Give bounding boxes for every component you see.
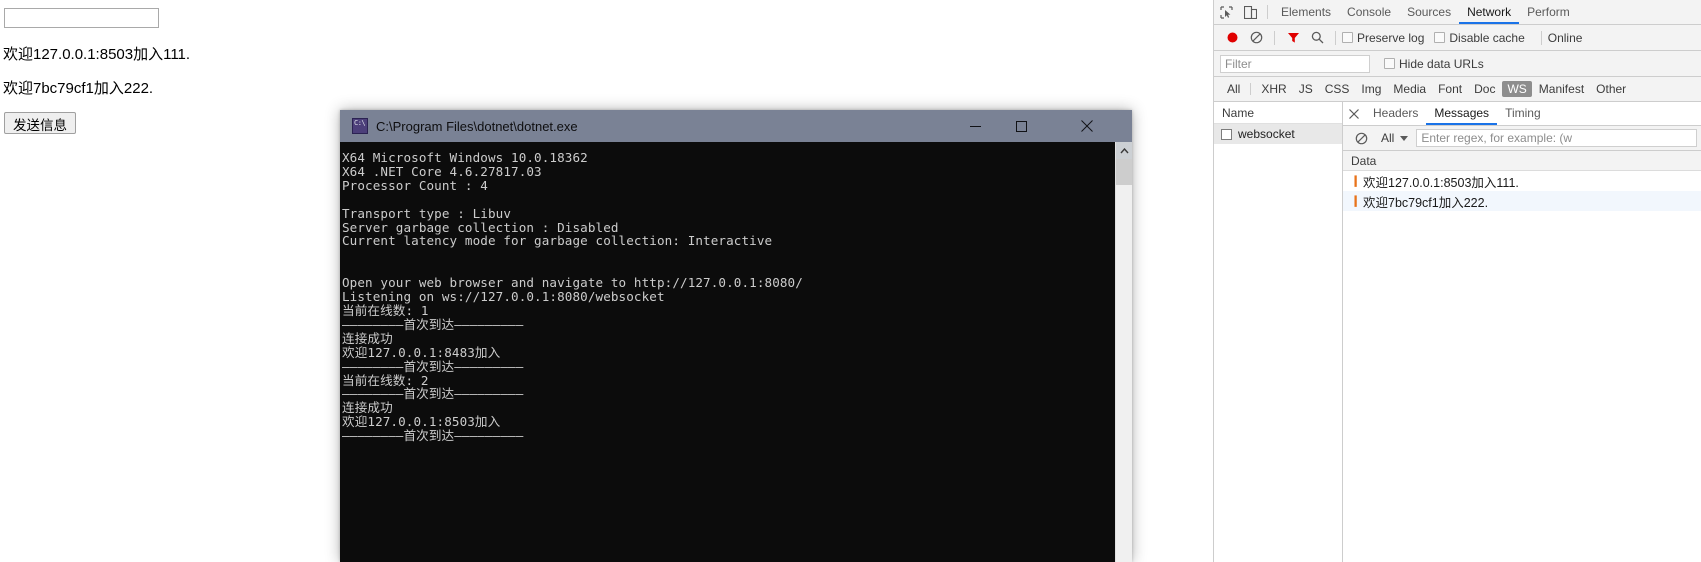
scrollbar-thumb[interactable] [1116,159,1132,185]
maximize-icon [1015,120,1027,132]
hide-data-urls-checkbox[interactable]: Hide data URLs [1384,57,1484,71]
filter-input[interactable] [1220,54,1370,73]
console-app-icon [352,118,368,134]
type-filter-manifest[interactable]: Manifest [1534,81,1589,97]
resource-type-filters: All XHR JS CSS Img Media Font Doc WS Man… [1214,77,1701,102]
close-icon [1081,120,1093,132]
checkbox-box [1384,58,1395,69]
type-filter-font[interactable]: Font [1433,81,1467,97]
hide-data-urls-label: Hide data URLs [1399,56,1484,71]
detail-tab-bar: Headers Messages Timing [1343,102,1701,126]
toolbar-divider [1540,30,1542,45]
type-filter-img[interactable]: Img [1356,81,1386,97]
message-text: 欢迎7bc79cf1加入222. [1363,195,1489,210]
close-icon [1349,108,1359,119]
type-filter-xhr[interactable]: XHR [1256,81,1291,97]
toolbar-divider [1267,5,1268,19]
received-message-line: 欢迎7bc79cf1加入222. [3,80,154,97]
tab-elements[interactable]: Elements [1273,0,1339,24]
chevron-up-icon [1120,147,1129,153]
incoming-message-icon: ❙ [1351,194,1361,207]
requests-name-header: Name [1214,102,1342,124]
toolbar-divider [1274,30,1275,45]
toggle-device-toolbar-button[interactable] [1238,0,1262,24]
message-type-selector[interactable]: All [1381,131,1394,145]
console-scrollbar[interactable] [1115,142,1132,562]
incoming-message-icon: ❙ [1351,174,1361,187]
record-circle-icon [1227,32,1237,43]
filter-bar: Hide data URLs [1214,51,1701,77]
devtools-panel: Elements Console Sources Network Perform [1213,0,1701,562]
tab-sources[interactable]: Sources [1399,0,1459,24]
messages-data-column-header: Data [1343,151,1701,171]
clear-icon [1355,132,1367,144]
clear-icon [1250,31,1262,44]
clear-messages-button[interactable] [1349,126,1373,150]
tab-performance[interactable]: Perform [1519,0,1578,24]
type-filter-all[interactable]: All [1222,81,1245,97]
toolbar-divider [1335,30,1336,45]
clear-button[interactable] [1244,26,1268,50]
devtools-tab-bar: Elements Console Sources Network Perform [1214,0,1701,25]
type-filter-js[interactable]: JS [1294,81,1318,97]
maximize-button[interactable] [998,110,1044,142]
disable-cache-checkbox[interactable]: Disable cache [1434,30,1525,45]
received-message-line: 欢迎127.0.0.1:8503加入111. [3,46,191,63]
messages-regex-input[interactable] [1416,129,1697,147]
tab-console[interactable]: Console [1339,0,1399,24]
funnel-icon [1287,33,1299,43]
network-controls-toolbar: Preserve log Disable cache Online [1214,25,1701,51]
console-window: C:\Program Files\dotnet\dotnet.exe X64 M… [340,110,1132,562]
preserve-log-checkbox[interactable]: Preserve log [1342,31,1424,45]
search-button[interactable] [1305,26,1329,50]
websocket-file-icon [1221,128,1232,140]
console-output-text: X64 Microsoft Windows 10.0.18362 X64 .NE… [342,150,803,444]
message-input[interactable] [4,8,159,28]
scroll-up-button[interactable] [1116,142,1132,159]
type-filter-other[interactable]: Other [1591,81,1631,97]
disable-cache-label: Disable cache [1449,30,1525,45]
requests-list-panel: Name websocket [1214,102,1343,562]
request-row-websocket[interactable]: websocket [1214,124,1342,144]
tab-network[interactable]: Network [1459,0,1520,24]
minimize-icon [969,125,981,127]
console-title-bar[interactable]: C:\Program Files\dotnet\dotnet.exe [340,110,1132,142]
type-filter-ws[interactable]: WS [1502,81,1532,97]
send-message-button[interactable]: 发送信息 [4,112,76,134]
message-row[interactable]: ❙ 欢迎127.0.0.1:8503加入111. [1343,171,1701,191]
search-icon [1311,31,1323,44]
type-filter-css[interactable]: CSS [1320,81,1355,97]
detail-tab-headers[interactable]: Headers [1365,102,1426,125]
inspect-element-button[interactable] [1214,0,1238,24]
checkbox-box [1342,32,1353,43]
messages-toolbar: All [1343,126,1701,151]
minimize-button[interactable] [952,110,998,142]
close-button[interactable] [1064,110,1110,142]
detail-tab-timing[interactable]: Timing [1497,102,1549,125]
console-output-area: X64 Microsoft Windows 10.0.18362 X64 .NE… [340,142,1132,562]
chevron-down-icon[interactable] [1400,135,1409,141]
filter-toggle-button[interactable] [1281,26,1305,50]
inspect-cursor-icon [1219,5,1233,19]
request-detail-panel: Headers Messages Timing All Data ❙ 欢迎12 [1343,102,1701,562]
detail-tab-messages[interactable]: Messages [1426,102,1498,125]
request-name-label: websocket [1238,127,1295,141]
message-row[interactable]: ❙ 欢迎7bc79cf1加入222. [1343,191,1701,211]
record-button[interactable] [1220,26,1244,50]
type-filter-media[interactable]: Media [1388,81,1431,97]
console-title: C:\Program Files\dotnet\dotnet.exe [376,118,578,134]
preserve-log-label: Preserve log [1357,30,1425,45]
type-filter-doc[interactable]: Doc [1469,81,1500,97]
checkbox-box [1434,32,1446,43]
message-text: 欢迎127.0.0.1:8503加入111. [1363,175,1519,190]
device-toolbar-icon [1243,5,1257,19]
network-main-area: Name websocket Headers Messages Timing A… [1214,102,1701,562]
throttling-selector[interactable]: Online [1548,31,1583,45]
chip-divider [1250,83,1252,95]
close-detail-button[interactable] [1343,103,1365,125]
